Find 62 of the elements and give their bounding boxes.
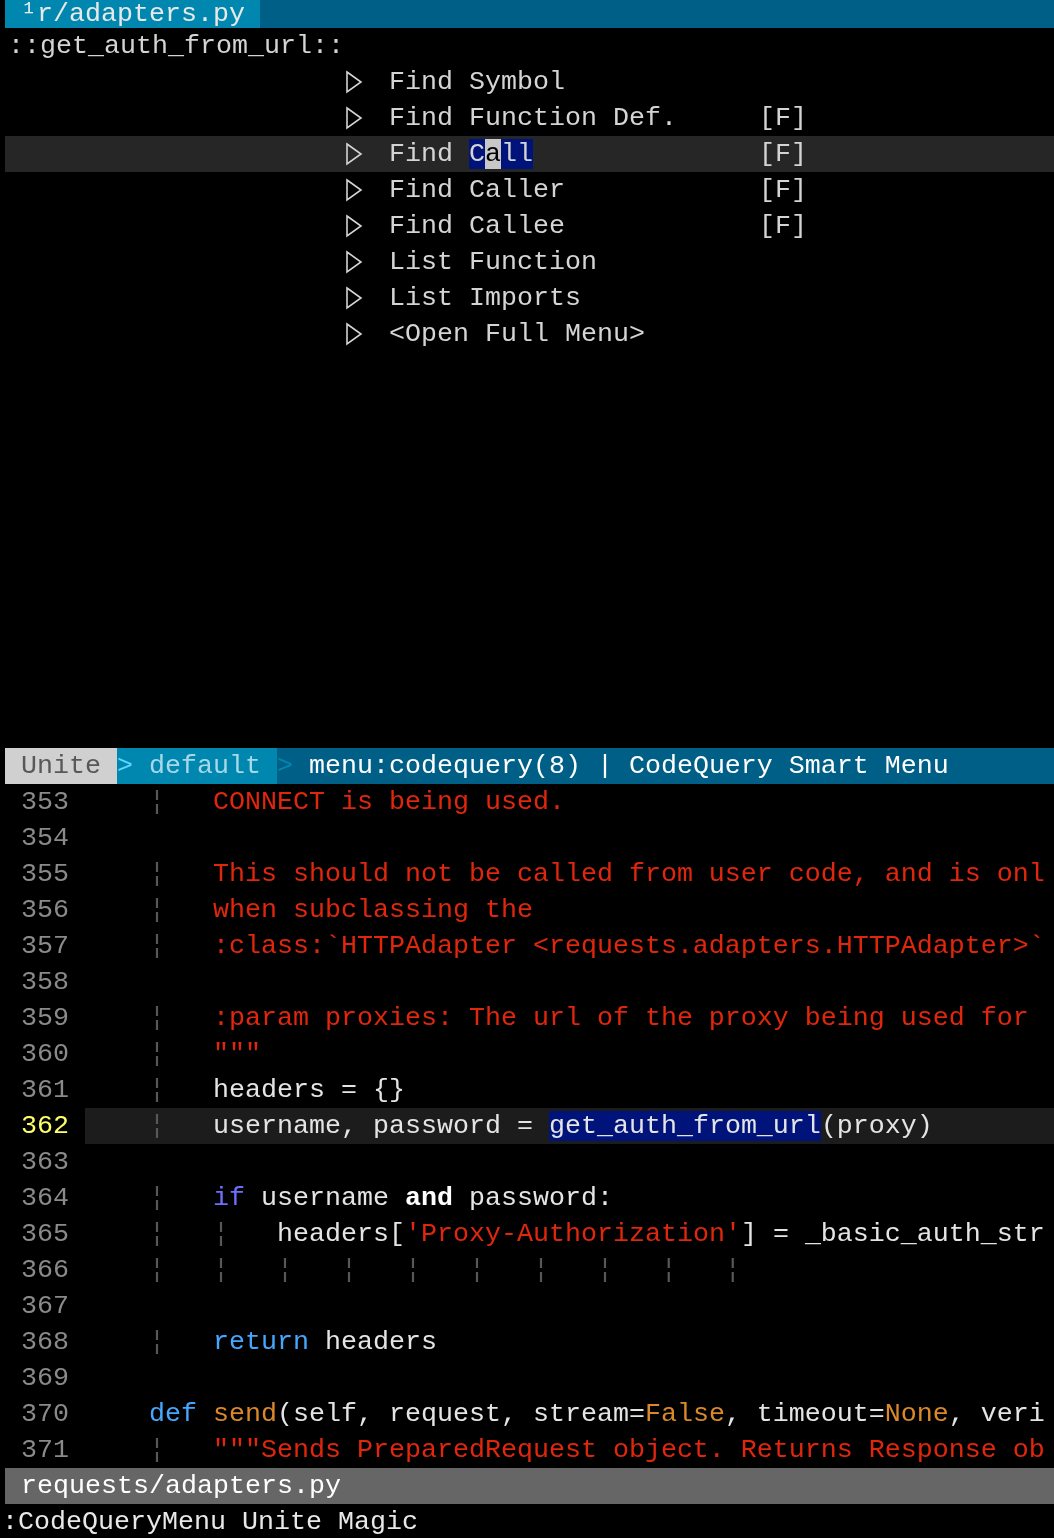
search-match: get_auth_from_url	[548, 1111, 821, 1141]
menu-item[interactable]: <Open Full Menu>	[5, 316, 1054, 352]
filter-tag: [F]	[759, 136, 807, 172]
code-line: ¦ :param proxies: The url of the proxy being used for	[148, 1002, 1030, 1035]
triangle-icon	[345, 250, 363, 274]
menu-title: ::get_auth_from_url::	[7, 30, 345, 63]
code-line: ¦ """Sends PreparedRequest object. Returns Response ob	[148, 1434, 1046, 1467]
line-number: 371	[20, 1434, 69, 1467]
line-number: 365	[20, 1218, 69, 1251]
source-label: default	[133, 748, 277, 784]
code-line: ¦ ¦ ¦ ¦ ¦ ¦ ¦ ¦ ¦ ¦	[148, 1254, 742, 1287]
triangle-icon	[345, 142, 363, 166]
line-number: 356	[20, 894, 69, 927]
line-number: 366	[20, 1254, 69, 1287]
line-number: 364	[20, 1182, 69, 1215]
menu-item[interactable]: Find Caller [F]	[5, 172, 1054, 208]
filter-tag: [F]	[759, 172, 807, 208]
code-line: ¦ :class:`HTTPAdapter <requests.adapters.HTTPAdapter>`	[148, 930, 1046, 963]
line-number: 367	[20, 1290, 69, 1323]
menu-item[interactable]: List Imports	[5, 280, 1054, 316]
code-line: ¦ if username and password:	[148, 1182, 614, 1215]
menu-item[interactable]: List Function	[5, 244, 1054, 280]
code-line: ¦ """	[148, 1038, 262, 1071]
triangle-icon	[345, 286, 363, 310]
triangle-icon	[345, 322, 363, 346]
code-line: ¦ headers = {}	[148, 1074, 406, 1107]
line-number: 360	[20, 1038, 69, 1071]
separator-mark: >	[276, 750, 293, 783]
menu-item[interactable]: Find Call [F]	[5, 136, 1054, 172]
code-line: def send(self, request, stream=False, timeout=None, veri	[148, 1398, 1046, 1431]
line-number: 354	[20, 822, 69, 855]
line-number: 370	[20, 1398, 69, 1431]
code-line: ¦ CONNECT is being used.	[148, 786, 566, 819]
filter-tag: [F]	[759, 100, 807, 136]
line-number: 361	[20, 1074, 69, 1107]
code-line: ¦ when subclassing the	[148, 894, 534, 927]
line-number: 358	[20, 966, 69, 999]
menu-item[interactable]: Find Function Def. [F]	[5, 100, 1054, 136]
line-number: 355	[20, 858, 69, 891]
line-number: 368	[20, 1326, 69, 1359]
match-highlight: ll	[501, 139, 533, 169]
menu-item[interactable]: Find Callee [F]	[5, 208, 1054, 244]
filter-tag: [F]	[759, 208, 807, 244]
file-status-bar: requests/adapters.py	[5, 1468, 1054, 1504]
menu-item[interactable]: Find Symbol	[5, 64, 1054, 100]
line-number: 359	[20, 1002, 69, 1035]
triangle-icon	[345, 70, 363, 94]
code-line: ¦ This should not be called from user code, and is onl	[148, 858, 1046, 891]
match-highlight: C	[469, 139, 485, 169]
line-number: 362	[20, 1110, 69, 1143]
code-line: ¦ ¦ headers['Proxy-Authorization'] = _basic_auth_str	[148, 1218, 1046, 1251]
triangle-icon	[345, 106, 363, 130]
line-number: 369	[20, 1362, 69, 1395]
status-info: menu:codequery(8) | CodeQuery Smart Menu	[307, 750, 949, 783]
triangle-icon	[345, 214, 363, 238]
line-number: 357	[20, 930, 69, 963]
line-number: 353	[20, 786, 69, 819]
mode-label: Unite	[5, 748, 117, 784]
command-line[interactable]: :CodeQueryMenu Unite Magic	[2, 1504, 1054, 1538]
triangle-icon	[345, 178, 363, 202]
line-number: 363	[20, 1146, 69, 1179]
code-line: ¦ return headers	[148, 1326, 438, 1359]
